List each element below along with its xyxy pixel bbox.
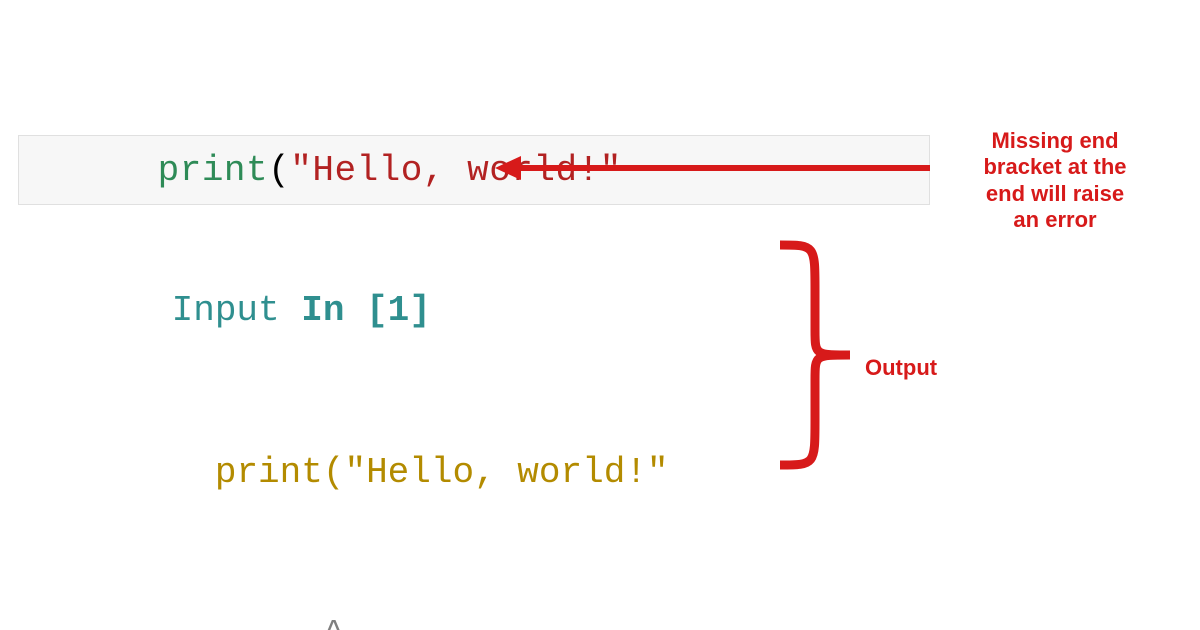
annotation-top-line4: an error — [940, 207, 1170, 233]
output-caret-indent — [172, 614, 323, 630]
output-index: 1 — [388, 290, 410, 331]
annotation-top-line2: bracket at the — [940, 154, 1170, 180]
output-input-label: Input — [172, 290, 302, 331]
output-block: Input In [1] print("Hello, world!" ^ Syn… — [42, 230, 802, 630]
brace-icon — [780, 235, 860, 475]
annotation-top-line3: end will raise — [940, 181, 1170, 207]
output-echo-line: print("Hello, world!" — [42, 392, 802, 554]
token-function: print — [158, 150, 269, 191]
output-echo-rest: ("Hello, world!" — [323, 452, 669, 493]
arrow-icon — [495, 148, 935, 188]
output-caret-line: ^ — [42, 554, 802, 630]
output-input-header: Input In [1] — [42, 230, 802, 392]
output-echo-func: print — [215, 452, 323, 493]
token-open-paren: ( — [268, 150, 290, 191]
annotation-output: Output — [865, 355, 937, 381]
annotation-missing-bracket: Missing end bracket at the end will rais… — [940, 128, 1170, 234]
output-caret: ^ — [323, 614, 345, 630]
output-in-literal: In — [301, 290, 366, 331]
output-bracket-close: ] — [409, 290, 431, 331]
annotation-top-line1: Missing end — [940, 128, 1170, 154]
output-bracket-open: [ — [366, 290, 388, 331]
output-echo-indent — [172, 452, 215, 493]
